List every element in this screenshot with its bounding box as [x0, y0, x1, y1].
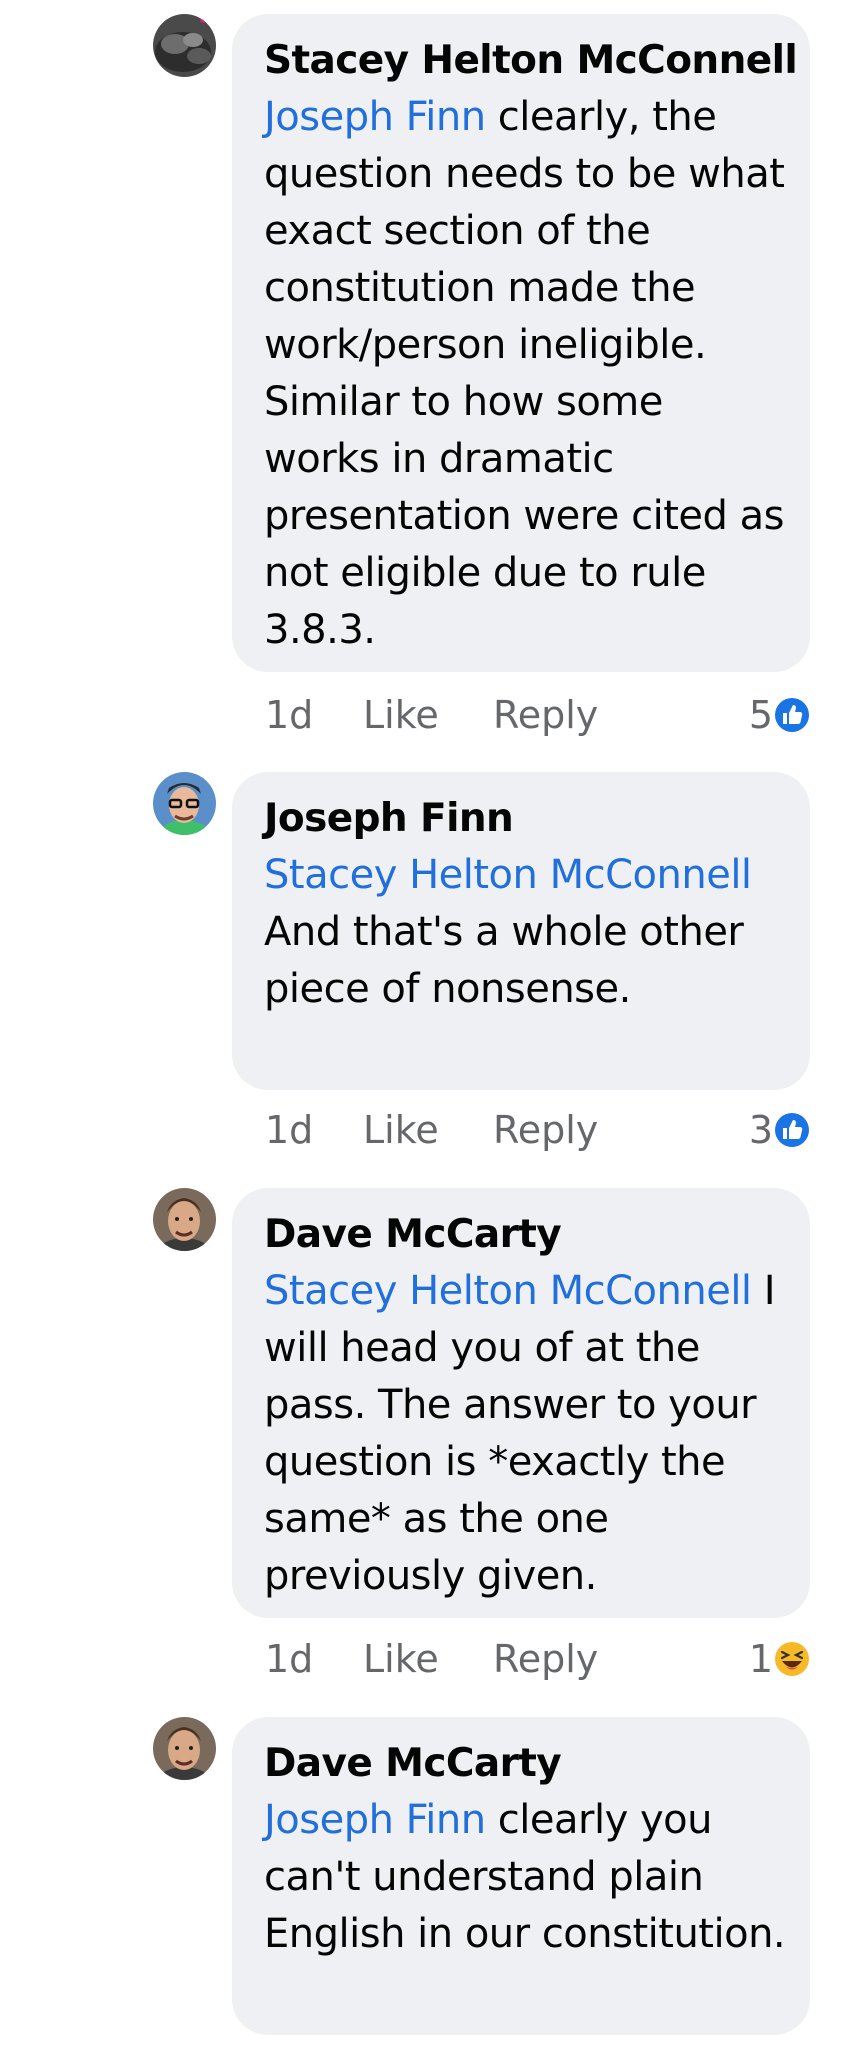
reaction-count[interactable]: 1 [749, 1634, 773, 1684]
comment-actions: 1d Like Reply 3 [265, 1105, 815, 1155]
man-avatar-icon [153, 1717, 216, 1780]
comment-actions: 1d Like Reply 5 [265, 690, 815, 740]
avatar[interactable] [153, 1717, 216, 1780]
like-reaction-icon[interactable] [771, 1109, 813, 1151]
cat-avatar-icon [153, 14, 216, 77]
comment-timestamp[interactable]: 1d [265, 1105, 313, 1155]
comment-author[interactable]: Stacey Helton McConnell [264, 32, 798, 89]
like-button[interactable]: Like [363, 690, 439, 740]
haha-reaction-icon[interactable] [771, 1638, 813, 1680]
comment-bubble: Joseph Finn Stacey Helton McConnell And … [232, 772, 810, 1090]
comment-text: Stacey Helton McConnell I will head you … [264, 1263, 788, 1605]
like-button[interactable]: Like [363, 1634, 439, 1684]
comment-body: I will head you of at the pass. The answ… [264, 1268, 776, 1599]
comment-timestamp[interactable]: 1d [265, 690, 313, 740]
comment-timestamp[interactable]: 1d [265, 1634, 313, 1684]
comment-text: Joseph Finn clearly, the question needs … [264, 89, 788, 659]
reaction-count[interactable]: 5 [749, 690, 773, 740]
comment-text: Stacey Helton McConnell And that's a who… [264, 847, 788, 1018]
comment-author[interactable]: Joseph Finn [264, 790, 788, 847]
avatar[interactable] [153, 1188, 216, 1251]
mention-link[interactable]: Stacey Helton McConnell [264, 852, 752, 898]
comment-author[interactable]: Dave McCarty [264, 1206, 788, 1263]
like-reaction-icon[interactable] [771, 694, 813, 736]
comment-author[interactable]: Dave McCarty [264, 1735, 788, 1792]
reply-button[interactable]: Reply [493, 1634, 598, 1684]
reaction-count[interactable]: 3 [749, 1105, 773, 1155]
comment-text: Joseph Finn clearly you can't understand… [264, 1792, 788, 1963]
comment-actions: 1d Like Reply 1 [265, 1634, 815, 1684]
comment-bubble: Dave McCarty Joseph Finn clearly you can… [232, 1717, 810, 2035]
comment-body: clearly, the question needs to be what e… [264, 94, 785, 653]
man-avatar-icon [153, 1188, 216, 1251]
comment-bubble: Dave McCarty Stacey Helton McConnell I w… [232, 1188, 810, 1618]
avatar[interactable] [153, 772, 216, 835]
mention-link[interactable]: Stacey Helton McConnell [264, 1268, 752, 1314]
mention-link[interactable]: Joseph Finn [264, 94, 486, 140]
avatar[interactable] [153, 14, 216, 77]
reply-button[interactable]: Reply [493, 1105, 598, 1155]
comment-bubble: Stacey Helton McConnell Joseph Finn clea… [232, 14, 810, 672]
reply-button[interactable]: Reply [493, 690, 598, 740]
like-button[interactable]: Like [363, 1105, 439, 1155]
mention-link[interactable]: Joseph Finn [264, 1797, 486, 1843]
man-glasses-avatar-icon [153, 772, 216, 835]
comment-body: And that's a whole other piece of nonsen… [264, 909, 744, 1012]
